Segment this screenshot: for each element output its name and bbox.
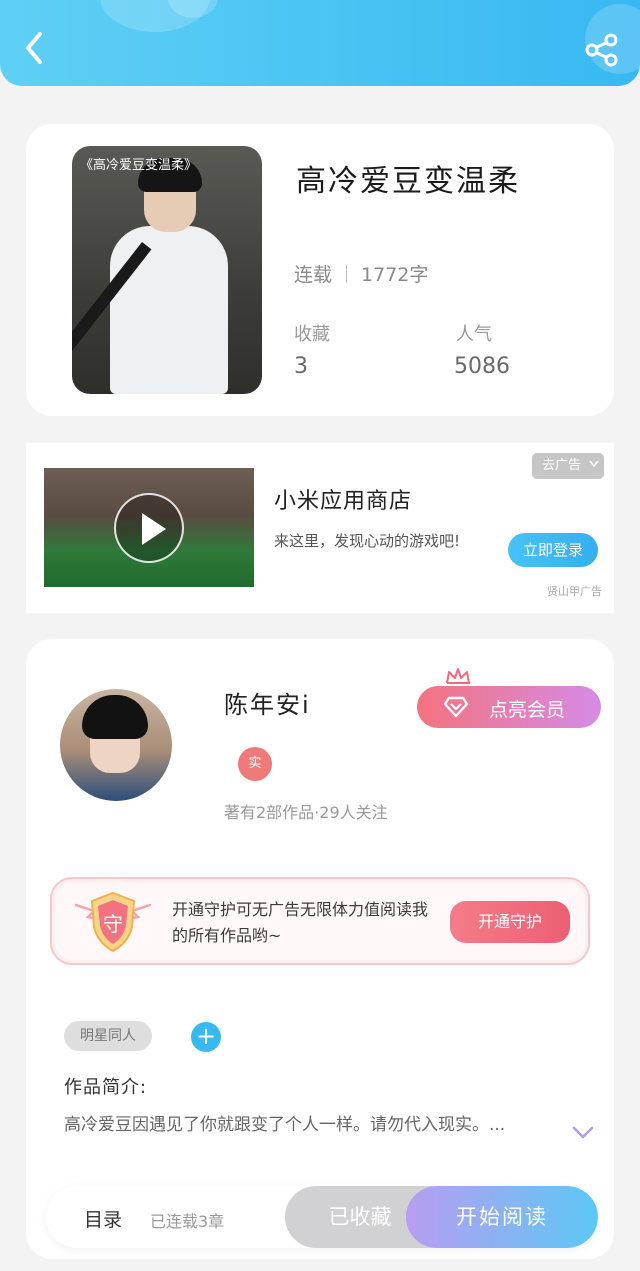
book-status-line: 连载 1772字 bbox=[294, 260, 428, 287]
book-cover-image[interactable]: 《高冷爱豆变温柔》 bbox=[72, 146, 262, 394]
author-meta: 著有2部作品·29人关注 bbox=[224, 803, 388, 822]
back-arrow-icon[interactable] bbox=[18, 28, 52, 68]
popularity-value: 5086 bbox=[454, 354, 510, 379]
share-icon[interactable] bbox=[584, 32, 620, 68]
add-tag-icon[interactable]: + bbox=[191, 1022, 221, 1052]
serial-status: 连载 bbox=[294, 264, 333, 286]
top-header bbox=[0, 0, 640, 86]
ad-login-button[interactable]: 立即登录 bbox=[508, 533, 598, 567]
guard-promo-box: 守 开通守护可无广告无限体力值阅读我的所有作品哟~ 开通守护 bbox=[50, 877, 590, 965]
author-avatar[interactable] bbox=[60, 689, 172, 801]
divider bbox=[346, 265, 348, 283]
book-title: 高冷爱豆变温柔 bbox=[296, 164, 520, 199]
toc-button[interactable]: 目录 bbox=[84, 1205, 122, 1232]
chapters-count: 已连载3章 bbox=[150, 1212, 225, 1231]
guard-icon-char: 守 bbox=[103, 912, 123, 936]
ad-banner: 去广告 小米应用商店 来这里，发现心动的游戏吧! 立即登录 贤山甲广告 bbox=[26, 443, 614, 613]
favorites-label: 收藏 bbox=[294, 324, 330, 345]
ad-video-thumbnail[interactable] bbox=[44, 468, 254, 587]
open-guard-button[interactable]: 开通守护 bbox=[450, 901, 570, 943]
vip-button[interactable]: 点亮会员 bbox=[417, 668, 601, 728]
cover-title-text: 《高冷爱豆变温柔》 bbox=[80, 158, 198, 173]
remove-ad-label: 去广告 bbox=[542, 458, 582, 473]
genre-tag[interactable]: 明星同人 bbox=[64, 1021, 152, 1051]
start-reading-button[interactable]: 开始阅读 bbox=[406, 1186, 598, 1248]
remove-ad-button[interactable]: 去广告 bbox=[532, 453, 604, 479]
book-info-card: 《高冷爱豆变温柔》 高冷爱豆变温柔 连载 1772字 收藏 3 人气 5086 bbox=[26, 124, 614, 416]
diamond-icon bbox=[443, 696, 469, 718]
author-card: 陈年安i 实 著有2部作品·29人关注 点亮会员 守 开通守护可无广告无限体力值… bbox=[26, 639, 614, 1259]
bottom-action-bar: 目录 已连载3章 已收藏 开始阅读 bbox=[46, 1186, 598, 1248]
intro-label: 作品简介: bbox=[64, 1077, 148, 1098]
ad-source-label: 贤山甲广告 bbox=[547, 585, 602, 598]
play-icon[interactable] bbox=[114, 493, 184, 563]
vip-button-label: 点亮会员 bbox=[489, 699, 566, 721]
ad-title: 小米应用商店 bbox=[274, 489, 413, 514]
word-count: 1772字 bbox=[361, 264, 429, 286]
author-name[interactable]: 陈年安i bbox=[224, 685, 311, 720]
cover-figure bbox=[110, 226, 228, 394]
crown-icon bbox=[446, 668, 470, 684]
guard-shield-icon: 守 bbox=[74, 891, 152, 953]
ad-description: 来这里，发现心动的游戏吧! bbox=[274, 532, 461, 550]
verified-badge: 实 bbox=[238, 747, 272, 781]
chevron-down-icon bbox=[589, 460, 599, 468]
popularity-label: 人气 bbox=[456, 324, 492, 345]
favorites-value: 3 bbox=[294, 354, 308, 379]
chevron-down-icon[interactable] bbox=[572, 1125, 594, 1141]
guard-promo-text: 开通守护可无广告无限体力值阅读我的所有作品哟~ bbox=[172, 900, 429, 945]
intro-text: 高冷爱豆因遇见了你就跟变了个人一样。请勿代入现实。... bbox=[64, 1115, 506, 1135]
avatar-hair bbox=[82, 695, 148, 739]
